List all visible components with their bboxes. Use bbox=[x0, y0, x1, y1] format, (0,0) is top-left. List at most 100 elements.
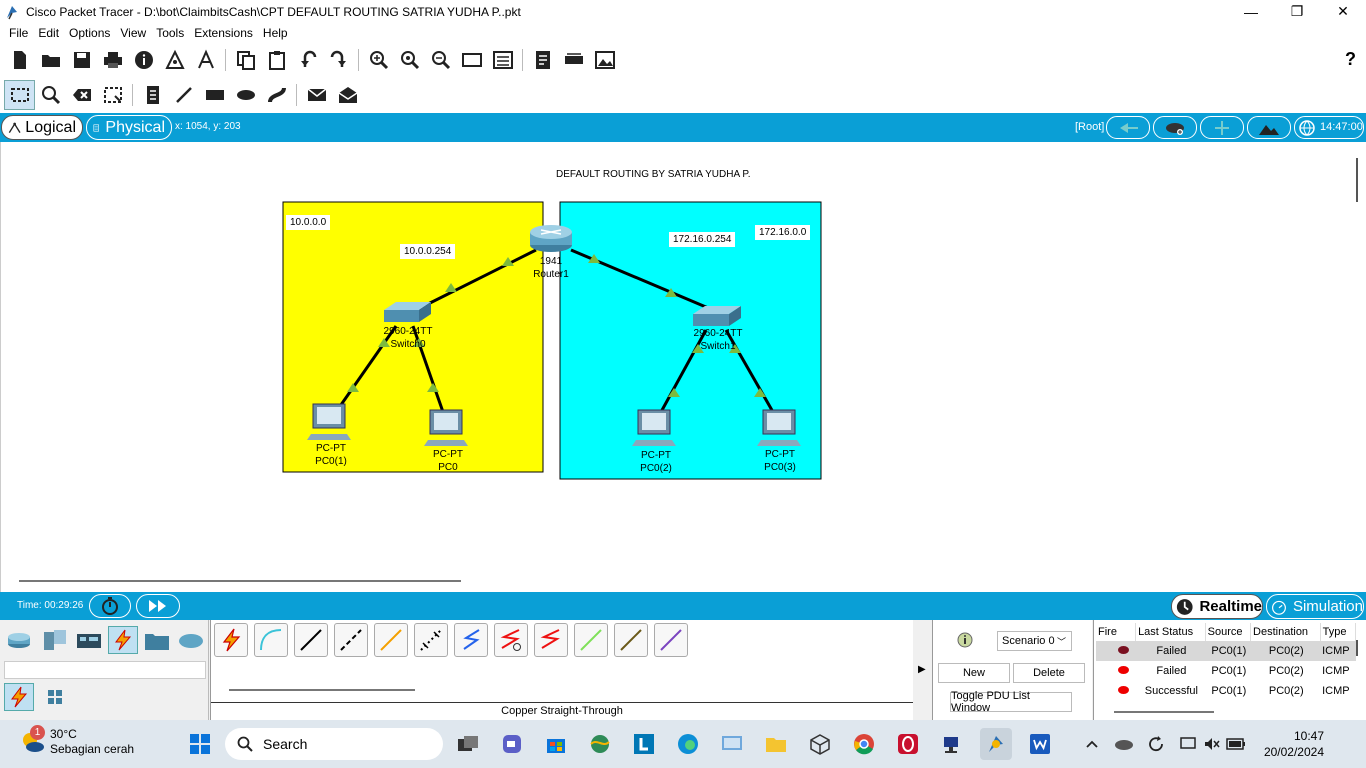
fiber-cable[interactable] bbox=[374, 623, 408, 657]
new-cluster-button[interactable] bbox=[1153, 116, 1197, 139]
save-button[interactable] bbox=[66, 45, 97, 75]
start-button[interactable] bbox=[184, 728, 216, 760]
connections-category[interactable] bbox=[108, 626, 138, 654]
paste-button[interactable] bbox=[261, 45, 292, 75]
maximize-button[interactable]: ❐ bbox=[1274, 0, 1320, 23]
root-breadcrumb[interactable]: [Root] bbox=[1075, 121, 1104, 133]
word-app[interactable] bbox=[1024, 728, 1056, 760]
opera-app[interactable] bbox=[892, 728, 924, 760]
network-info-button[interactable] bbox=[159, 45, 190, 75]
custom-device-button[interactable] bbox=[487, 45, 518, 75]
add-complex-pdu-tool[interactable] bbox=[332, 80, 363, 110]
place-note-tool[interactable] bbox=[137, 80, 168, 110]
set-background-button[interactable] bbox=[1247, 116, 1291, 139]
menu-tools[interactable]: Tools bbox=[151, 26, 189, 40]
fire-pdu-icon[interactable] bbox=[1118, 666, 1129, 674]
simulation-mode-button[interactable]: Simulation bbox=[1266, 594, 1364, 619]
inspect-tool[interactable] bbox=[35, 80, 66, 110]
col-type[interactable]: Type bbox=[1320, 623, 1357, 641]
coaxial-cable[interactable] bbox=[454, 623, 488, 657]
menu-edit[interactable]: Edit bbox=[33, 26, 64, 40]
table-row[interactable]: Successful PC0(1) PC0(2) ICMP bbox=[1096, 681, 1356, 701]
device-dialog-button[interactable] bbox=[558, 45, 589, 75]
info-button[interactable] bbox=[128, 45, 159, 75]
edge-browser[interactable] bbox=[672, 728, 704, 760]
taskbar-search[interactable]: Search bbox=[225, 728, 443, 760]
draw-rectangle-tool[interactable] bbox=[199, 80, 230, 110]
back-button[interactable] bbox=[1106, 116, 1150, 139]
image-button[interactable] bbox=[589, 45, 620, 75]
packet-tracer-taskbar-app[interactable] bbox=[980, 728, 1012, 760]
weather-widget[interactable]: 1 30°C Sebagian cerah bbox=[18, 725, 134, 757]
col-destination[interactable]: Destination bbox=[1250, 623, 1321, 641]
redo-button[interactable] bbox=[323, 45, 354, 75]
menu-options[interactable]: Options bbox=[64, 26, 115, 40]
draw-line-tool[interactable] bbox=[168, 80, 199, 110]
expand-arrow-icon[interactable]: ▶ bbox=[918, 664, 926, 675]
pc1-icon[interactable] bbox=[307, 403, 351, 440]
undo-button[interactable] bbox=[292, 45, 323, 75]
freeform-tool[interactable] bbox=[261, 80, 292, 110]
end-devices-category[interactable] bbox=[39, 626, 69, 654]
structured-cabling-subcategory[interactable] bbox=[40, 683, 70, 711]
components-category[interactable] bbox=[74, 626, 104, 654]
minimize-button[interactable]: — bbox=[1228, 0, 1274, 23]
tray-onedrive[interactable] bbox=[1108, 728, 1140, 760]
col-fire[interactable]: Fire bbox=[1096, 623, 1137, 641]
table-row[interactable]: Failed PC0(1) PC0(2) ICMP bbox=[1096, 661, 1356, 681]
virtualbox-app[interactable] bbox=[804, 728, 836, 760]
meet-app[interactable] bbox=[496, 728, 528, 760]
scenario-dropdown[interactable]: Scenario 0 ﹀ bbox=[997, 631, 1072, 651]
drawing-palette-button[interactable] bbox=[456, 45, 487, 75]
pdu-vertical-scrollbar[interactable] bbox=[1356, 640, 1358, 656]
octal-cable[interactable] bbox=[574, 623, 608, 657]
notes-button[interactable] bbox=[527, 45, 558, 75]
move-object-button[interactable] bbox=[1200, 116, 1244, 139]
system-clock[interactable]: 10:47 20/02/2024 bbox=[1260, 728, 1324, 760]
open-file-button[interactable] bbox=[35, 45, 66, 75]
iot-custom-cable[interactable] bbox=[614, 623, 648, 657]
power-cycle-button[interactable] bbox=[89, 594, 131, 618]
fire-pdu-icon[interactable] bbox=[1118, 646, 1129, 654]
tab-logical[interactable]: Logical bbox=[1, 115, 83, 140]
realtime-mode-button[interactable]: Realtime bbox=[1171, 594, 1263, 619]
app-green-globe[interactable] bbox=[584, 728, 616, 760]
horizontal-scrollbar[interactable] bbox=[19, 580, 461, 582]
toggle-pdu-list-button[interactable]: Toggle PDU List Window bbox=[950, 690, 1072, 714]
menu-extensions[interactable]: Extensions bbox=[189, 26, 258, 40]
router-icon[interactable] bbox=[530, 225, 572, 252]
task-view-button[interactable] bbox=[452, 728, 484, 760]
delete-scenario-button[interactable]: Delete bbox=[1013, 663, 1085, 683]
device-search-field[interactable] bbox=[4, 661, 206, 679]
copy-button[interactable] bbox=[230, 45, 261, 75]
scenario-info-icon[interactable] bbox=[957, 632, 973, 648]
tray-battery[interactable] bbox=[1220, 728, 1252, 760]
automatic-cable[interactable] bbox=[214, 623, 248, 657]
new-scenario-button[interactable]: New bbox=[938, 663, 1010, 683]
vertical-scrollbar[interactable] bbox=[1356, 158, 1358, 202]
pc2-icon[interactable] bbox=[632, 409, 676, 446]
col-source[interactable]: Source bbox=[1205, 623, 1252, 641]
menu-help[interactable]: Help bbox=[258, 26, 293, 40]
network-app[interactable] bbox=[936, 728, 968, 760]
file-explorer[interactable] bbox=[760, 728, 792, 760]
serial-dte-cable[interactable] bbox=[534, 623, 568, 657]
select-tool[interactable] bbox=[4, 80, 35, 110]
tray-sync[interactable] bbox=[1140, 728, 1172, 760]
app-l[interactable] bbox=[628, 728, 660, 760]
pdu-horizontal-scrollbar[interactable] bbox=[1114, 711, 1214, 713]
chrome-browser[interactable] bbox=[848, 728, 880, 760]
miscellaneous-category[interactable] bbox=[142, 626, 172, 654]
tab-physical[interactable]: Physical bbox=[86, 115, 172, 140]
table-row[interactable]: Failed PC0(1) PC0(2) ICMP bbox=[1096, 641, 1356, 661]
help-button[interactable]: ? bbox=[1345, 49, 1356, 70]
pc3-icon[interactable] bbox=[757, 409, 801, 446]
activity-button[interactable] bbox=[190, 45, 221, 75]
serial-dce-cable[interactable] bbox=[494, 623, 528, 657]
multiuser-category[interactable] bbox=[176, 626, 206, 654]
zoom-in-button[interactable] bbox=[363, 45, 394, 75]
logical-workspace[interactable]: DEFAULT ROUTING BY SATRIA YUDHA P. 10.0.… bbox=[0, 142, 1366, 592]
draw-ellipse-tool[interactable] bbox=[230, 80, 261, 110]
tray-chevron[interactable] bbox=[1076, 728, 1108, 760]
zoom-out-button[interactable] bbox=[425, 45, 456, 75]
